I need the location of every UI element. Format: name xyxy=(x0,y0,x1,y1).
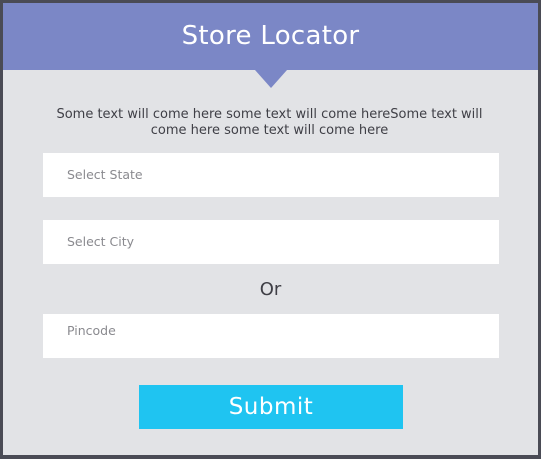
submit-button[interactable]: Submit xyxy=(139,385,403,429)
city-select[interactable]: Select City xyxy=(43,220,499,264)
pincode-input[interactable]: Pincode xyxy=(43,314,499,358)
state-select-placeholder: Select State xyxy=(67,167,143,182)
page-title: Store Locator xyxy=(181,21,360,51)
header-pointer xyxy=(255,70,287,88)
description-text: Some text will come here some text will … xyxy=(56,107,483,138)
pincode-placeholder: Pincode xyxy=(67,323,116,338)
state-select[interactable]: Select State xyxy=(43,153,499,197)
or-separator: Or xyxy=(259,279,282,300)
city-select-placeholder: Select City xyxy=(67,234,135,249)
header-bar: Store Locator xyxy=(3,3,538,70)
store-locator-panel: Store Locator Some text will come here s… xyxy=(3,3,538,455)
